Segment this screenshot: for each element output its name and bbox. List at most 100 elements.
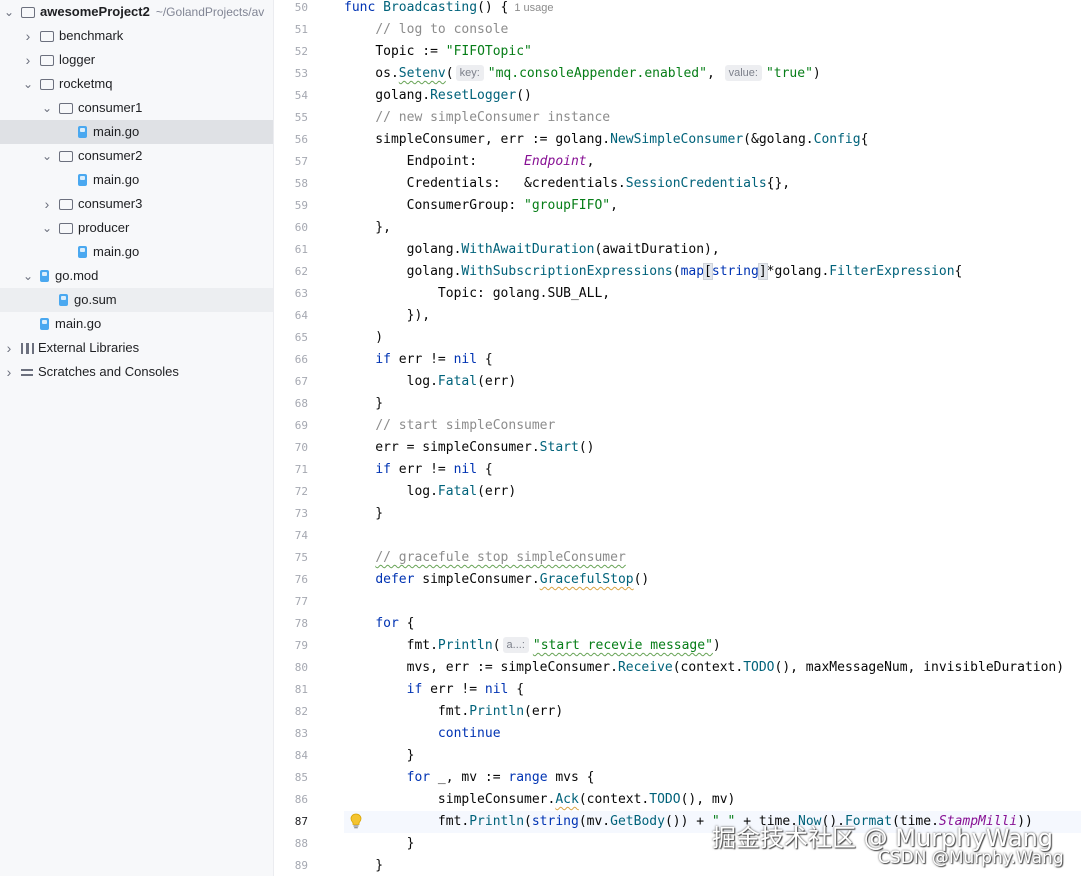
line-number: 66 [294,353,308,366]
tree-item-main-go[interactable]: main.go [0,168,139,192]
code-line-83[interactable]: continue [344,723,501,745]
line-number: 83 [294,727,308,740]
code-line-80[interactable]: mvs, err := simpleConsumer.Receive(conte… [344,657,1064,679]
param-hint-key: key: [455,65,484,81]
code-line-61[interactable]: golang.WithAwaitDuration(awaitDuration), [344,239,720,261]
code-line-59[interactable]: ConsumerGroup: "groupFIFO", [344,195,618,217]
code-line-56[interactable]: simpleConsumer, err := golang.NewSimpleC… [344,129,868,151]
line-number: 53 [294,67,308,80]
tree-item-main-go[interactable]: main.go [0,120,273,144]
folder-icon [40,54,54,66]
chevron-right-icon[interactable]: › [22,48,34,72]
line-number: 58 [294,177,308,190]
code-line-53[interactable]: os.Setenv(key: "mq.consoleAppender.enable… [344,63,821,85]
library-icon [21,342,34,354]
code-line-60[interactable]: }, [344,217,391,239]
line-number: 77 [294,595,308,608]
line-number: 81 [294,683,308,696]
code-line-85[interactable]: for _, mv := range mvs { [344,767,595,789]
code-line-64[interactable]: }), [344,305,430,327]
code-line-51[interactable]: // log to console [344,19,508,41]
code-line-66[interactable]: if err != nil { [344,349,492,371]
code-line-71[interactable]: if err != nil { [344,459,492,481]
code-line-84[interactable]: } [344,745,415,767]
code-line-78[interactable]: for { [344,613,414,635]
folder-icon [40,30,54,42]
chevron-down-icon[interactable]: ⌄ [41,101,53,115]
code-line-68[interactable]: } [344,393,383,415]
line-number: 84 [294,749,308,762]
code-line-70[interactable]: err = simpleConsumer.Start() [344,437,594,459]
code-line-55[interactable]: // new simpleConsumer instance [344,107,610,129]
code-line-82[interactable]: fmt.Println(err) [344,701,563,723]
usage-hint[interactable]: 1 usage [514,2,553,14]
code-line-88[interactable]: } [344,833,415,855]
folder-icon [40,78,54,90]
code-line-86[interactable]: simpleConsumer.Ack(context.TODO(), mv) [344,789,735,811]
chevron-right-icon[interactable]: › [3,360,15,384]
tree-item-producer[interactable]: ⌄ producer [0,216,129,240]
go-file-icon [40,270,49,282]
code-line-89[interactable]: } [344,855,383,876]
tree-item-awesomeproject2[interactable]: ⌄ awesomeProject2 ~/GolandProjects/av [0,0,264,24]
tree-item-label: awesomeProject2 [40,4,150,19]
tree-item-consumer3[interactable]: › consumer3 [0,192,143,216]
chevron-down-icon[interactable]: ⌄ [3,5,15,19]
tree-item-label: External Libraries [38,340,140,355]
line-number: 86 [294,793,308,806]
line-number: 82 [294,705,308,718]
code-line-72[interactable]: log.Fatal(err) [344,481,517,503]
tree-item-go-mod[interactable]: ⌄ go.mod [0,264,98,288]
code-line-50[interactable]: func Broadcasting() {1 usage [344,0,554,19]
tree-item-rocketmq[interactable]: ⌄ rocketmq [0,72,113,96]
tree-item-scratches-and-consoles[interactable]: › Scratches and Consoles [0,360,179,384]
code-line-79[interactable]: fmt.Println(a...: "start recevie message"… [344,635,721,657]
go-file-icon [59,294,68,306]
project-tool-window: ⌄ awesomeProject2 ~/GolandProjects/av › benc… [0,0,273,876]
tree-item-label: main.go [93,172,140,187]
lightbulb-icon[interactable] [350,813,362,829]
code-line-67[interactable]: log.Fatal(err) [344,371,517,393]
code-line-58[interactable]: Credentials: &credentials.SessionCredent… [344,173,791,195]
line-number: 76 [294,573,308,586]
tree-item-main-go[interactable]: main.go [0,312,101,336]
code-line-75[interactable]: // gracefule stop simpleConsumer [344,547,625,569]
code-line-65[interactable]: ) [344,327,383,349]
code-line-52[interactable]: Topic := "FIFOTopic" [344,41,532,63]
tree-item-go-sum[interactable]: go.sum [0,288,273,312]
line-number: 52 [294,45,308,58]
line-number: 55 [294,111,308,124]
code-line-76[interactable]: defer simpleConsumer.GracefulStop() [344,569,649,591]
code-area[interactable]: func Broadcasting() {1 usage // log to c… [344,0,1081,876]
tree-item-consumer2[interactable]: ⌄ consumer2 [0,144,142,168]
code-line-62[interactable]: golang.WithSubscriptionExpressions(map[s… [344,261,962,283]
code-line-54[interactable]: golang.ResetLogger() [344,85,532,107]
line-number: 59 [294,199,308,212]
chevron-right-icon[interactable]: › [22,24,34,48]
chevron-down-icon[interactable]: ⌄ [22,269,34,283]
code-line-69[interactable]: // start simpleConsumer [344,415,555,437]
line-number: 63 [294,287,308,300]
tree-item-external-libraries[interactable]: › External Libraries [0,336,140,360]
line-number: 67 [294,375,308,388]
line-number: 75 [294,551,308,564]
line-number: 79 [294,639,308,652]
code-line-57[interactable]: Endpoint: Endpoint, [344,151,595,173]
code-line-63[interactable]: Topic: golang.SUB_ALL, [344,283,610,305]
tree-item-logger[interactable]: › logger [0,48,95,72]
chevron-down-icon[interactable]: ⌄ [41,149,53,163]
go-file-icon [40,318,49,330]
code-line-73[interactable]: } [344,503,383,525]
line-number: 89 [294,859,308,872]
line-number: 74 [294,529,308,542]
tree-item-consumer1[interactable]: ⌄ consumer1 [0,96,142,120]
chevron-right-icon[interactable]: › [3,336,15,360]
code-line-81[interactable]: if err != nil { [344,679,524,701]
tree-item-benchmark[interactable]: › benchmark [0,24,124,48]
tree-item-main-go[interactable]: main.go [0,240,139,264]
chevron-down-icon[interactable]: ⌄ [22,77,34,91]
chevron-right-icon[interactable]: › [41,192,53,216]
code-editor[interactable]: 50 51 52 53 54 55 56 57 58 59 60 61 62 63 64 65 66 67 68 69… [273,0,1081,876]
tree-item-label: logger [59,52,96,67]
chevron-down-icon[interactable]: ⌄ [41,221,53,235]
